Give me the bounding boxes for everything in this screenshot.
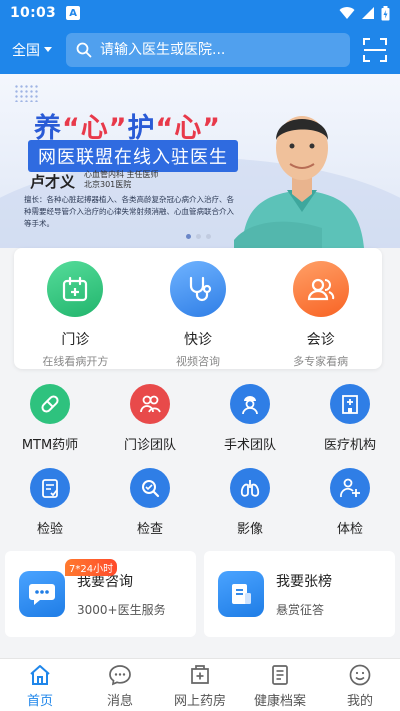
function-label: 体检	[336, 522, 363, 537]
stethoscope-icon	[170, 261, 226, 317]
service-subtitle: 在线看病开方	[42, 355, 109, 368]
function-label: 手术团队	[223, 438, 276, 453]
service-quick-consult[interactable]: 快诊 视频咨询	[137, 248, 260, 369]
function-lab-test[interactable]: 检验	[0, 468, 100, 552]
tab-label: 健康档案	[253, 694, 306, 709]
function-physical-exam[interactable]: 体检	[300, 468, 400, 552]
tab-messages[interactable]: 消息	[80, 659, 160, 711]
cellular-signal-icon	[362, 7, 374, 19]
pill-icon	[30, 384, 70, 424]
surgeon-icon	[230, 384, 270, 424]
function-label: 检验	[36, 522, 63, 537]
banner-dot-decoration	[14, 84, 38, 102]
notification-app-icon: A	[66, 6, 81, 20]
tab-health-records[interactable]: 健康档案	[240, 659, 320, 711]
wifi-icon	[339, 7, 355, 20]
function-outpatient-team[interactable]: 门诊团队	[100, 384, 200, 468]
function-surgery-team[interactable]: 手术团队	[200, 384, 300, 468]
pagination-dot	[196, 234, 201, 239]
record-icon	[272, 665, 288, 685]
doctor-title: 心血管内科 主任医师 北京301医院	[84, 170, 159, 190]
function-label: MTM药师	[21, 438, 79, 453]
caret-down-icon	[44, 47, 52, 52]
function-grid: MTM药师 门诊团队 手术团队 医疗机构 检验 检查 影像 体检	[0, 384, 400, 552]
doctor-portrait-image	[234, 116, 364, 248]
consult-card-subtitle: 3000+医生服务	[77, 602, 166, 617]
doctor-hospital: 北京301医院	[84, 180, 132, 189]
search-icon	[76, 42, 92, 58]
service-outpatient[interactable]: 门诊 在线看病开方	[14, 248, 137, 369]
bounty-card-subtitle: 悬赏征答	[276, 602, 325, 617]
function-label: 影像	[236, 522, 263, 537]
home-icon	[30, 665, 50, 685]
profile-icon	[349, 664, 371, 686]
region-label: 全国	[12, 43, 40, 59]
function-medical-institution[interactable]: 医疗机构	[300, 384, 400, 468]
status-time: 10:03	[10, 5, 57, 21]
region-selector[interactable]: 全国	[12, 40, 58, 60]
hours-badge: 7*24小时	[65, 559, 118, 576]
notice-board-icon	[218, 571, 264, 617]
function-label: 检查	[136, 522, 163, 537]
function-row: 检验 检查 影像 体检	[0, 468, 400, 552]
doctor-department: 心血管内科 主任医师	[84, 170, 159, 179]
hospital-icon	[330, 384, 370, 424]
tab-label: 网上药房	[173, 694, 226, 709]
service-subtitle: 视频咨询	[176, 355, 220, 368]
bottom-tab-bar: 首页 消息 网上药房 健康档案 我的	[0, 658, 400, 711]
quick-services-card: 门诊 在线看病开方 快诊 视频咨询 会诊 多专家看病	[14, 248, 382, 369]
search-bar[interactable]	[66, 33, 350, 67]
function-mtm-pharmacist[interactable]: MTM药师	[0, 384, 100, 468]
search-input[interactable]	[100, 42, 340, 58]
promo-banner[interactable]: 养“心”护“心” 网医联盟在线入驻医生 卢才义 心血管内科 主任医师 北京301…	[0, 74, 400, 248]
chat-bubble-icon	[19, 571, 65, 617]
tab-label: 首页	[26, 694, 53, 709]
system-icons	[339, 5, 390, 21]
doctor-description: 擅长：各种心脏起搏器植入、各类高龄复杂冠心病介入治疗、各种需要经导管介入治疗的心…	[24, 195, 234, 228]
pharmacy-icon	[191, 665, 209, 684]
group-icon	[292, 261, 349, 317]
battery-icon	[381, 5, 390, 20]
bounty-card[interactable]: 我要张榜 悬赏征答	[204, 551, 395, 637]
tab-profile[interactable]: 我的	[320, 659, 400, 711]
magnifier-icon	[130, 468, 170, 508]
pagination-dot	[206, 234, 211, 239]
banner-subline: 网医联盟在线入驻医生	[28, 140, 238, 172]
lungs-icon	[230, 468, 270, 508]
team-icon	[130, 384, 170, 424]
bounty-card-title: 我要张榜	[276, 573, 332, 590]
status-bar: 10:03 A	[0, 0, 400, 26]
clipboard-check-icon	[30, 468, 70, 508]
tab-label: 我的	[346, 694, 373, 709]
checkup-icon	[330, 468, 370, 508]
bounty-card-text: 我要张榜 悬赏征答	[276, 571, 332, 618]
consult-card[interactable]: 7*24小时 我要咨询 3000+医生服务	[5, 551, 196, 637]
function-row: MTM药师 门诊团队 手术团队 医疗机构	[0, 384, 400, 468]
banner-pagination	[186, 234, 211, 239]
message-icon	[109, 665, 131, 686]
service-title: 门诊	[61, 332, 90, 348]
app-root: 10:03 A 全国 养“心”护“心” 网医联盟在线入驻医生 卢才义	[0, 0, 400, 711]
service-title: 会诊	[306, 332, 335, 348]
tab-home[interactable]: 首页	[0, 659, 80, 711]
doctor-name: 卢才义	[30, 173, 76, 191]
service-title: 快诊	[184, 332, 212, 348]
service-subtitle: 多专家看病	[293, 355, 349, 368]
service-multi-consult[interactable]: 会诊 多专家看病	[259, 248, 382, 369]
function-examination[interactable]: 检查	[100, 468, 200, 552]
tab-online-pharmacy[interactable]: 网上药房	[160, 659, 240, 711]
function-label: 医疗机构	[323, 438, 376, 453]
tab-label: 消息	[106, 694, 133, 709]
top-header: 全国	[0, 26, 400, 74]
consult-card-text: 我要咨询 3000+医生服务	[77, 571, 166, 618]
pagination-dot	[186, 234, 191, 239]
function-imaging[interactable]: 影像	[200, 468, 300, 552]
function-label: 门诊团队	[123, 438, 176, 453]
calendar-plus-icon	[47, 261, 104, 317]
scan-icon[interactable]	[362, 37, 388, 63]
